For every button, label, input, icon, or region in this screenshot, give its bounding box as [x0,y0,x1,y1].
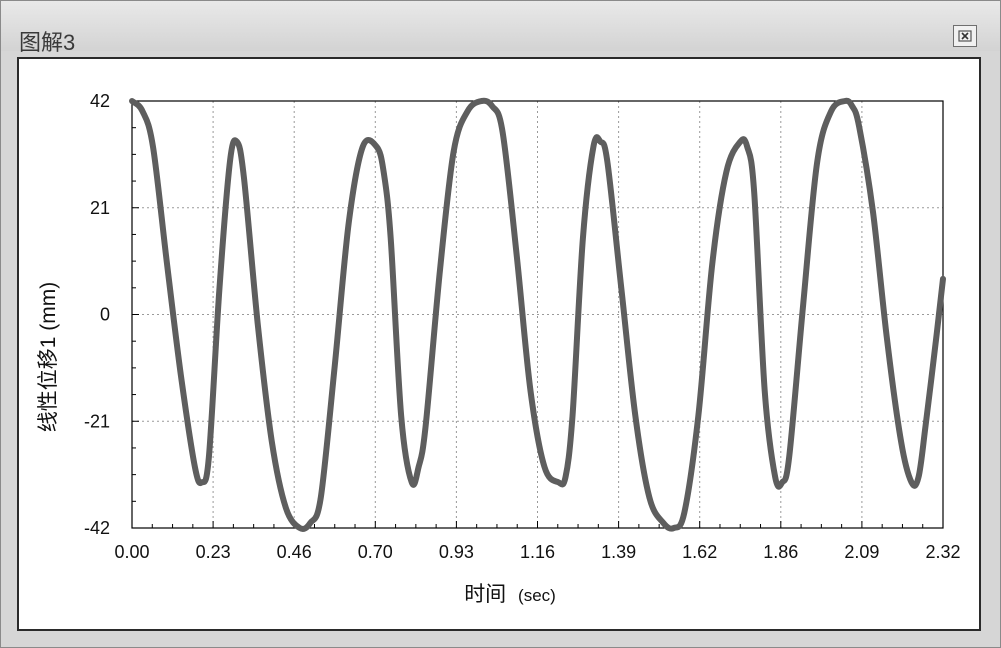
x-tick-label: 0.70 [358,542,393,562]
x-tick-label: 0.46 [277,542,312,562]
line-chart: 0.00 0.23 0.46 0.70 0.93 1.16 1.39 1.62 1.86 2.09… [37,91,961,606]
x-axis-label-unit: (sec) [518,586,556,605]
y-tick-label: 21 [90,198,110,218]
y-tick-label: -42 [84,518,110,538]
x-tick-label: 1.16 [520,542,555,562]
window-title: 图解3 [19,30,76,55]
title-bar[interactable]: 图解3 [1,1,1000,55]
x-tick-label: 1.86 [763,542,798,562]
y-tick-label: 42 [90,91,110,111]
x-tick-label: 2.32 [925,542,960,562]
x-tick-label: 2.09 [844,542,879,562]
x-axis-label-text: 时间 [464,583,506,606]
close-button[interactable] [953,25,977,47]
close-icon [958,30,972,42]
grid-lines [132,101,943,528]
chart-window: 图解3 0.00 0.23 0.46 0.70 0.93 1.16 1.39 1.62 1.86… [0,0,1001,648]
x-axis-label: 时间 (sec) [464,583,556,606]
x-tick-label: 0.93 [439,542,474,562]
y-tick-label: -21 [84,411,110,431]
y-tick-labels: 42 21 0 -21 -42 [84,91,110,538]
y-axis-label: 线性位移1 (mm) [37,282,60,433]
x-tick-label: 0.00 [114,542,149,562]
x-tick-label: 1.62 [682,542,717,562]
x-tick-label: 1.39 [601,542,636,562]
plot-panel: 0.00 0.23 0.46 0.70 0.93 1.16 1.39 1.62 1.86 2.09… [17,57,981,631]
y-tick-label: 0 [100,305,110,325]
x-tick-label: 0.23 [196,542,231,562]
x-tick-labels: 0.00 0.23 0.46 0.70 0.93 1.16 1.39 1.62 1.86 2.09… [114,542,960,562]
